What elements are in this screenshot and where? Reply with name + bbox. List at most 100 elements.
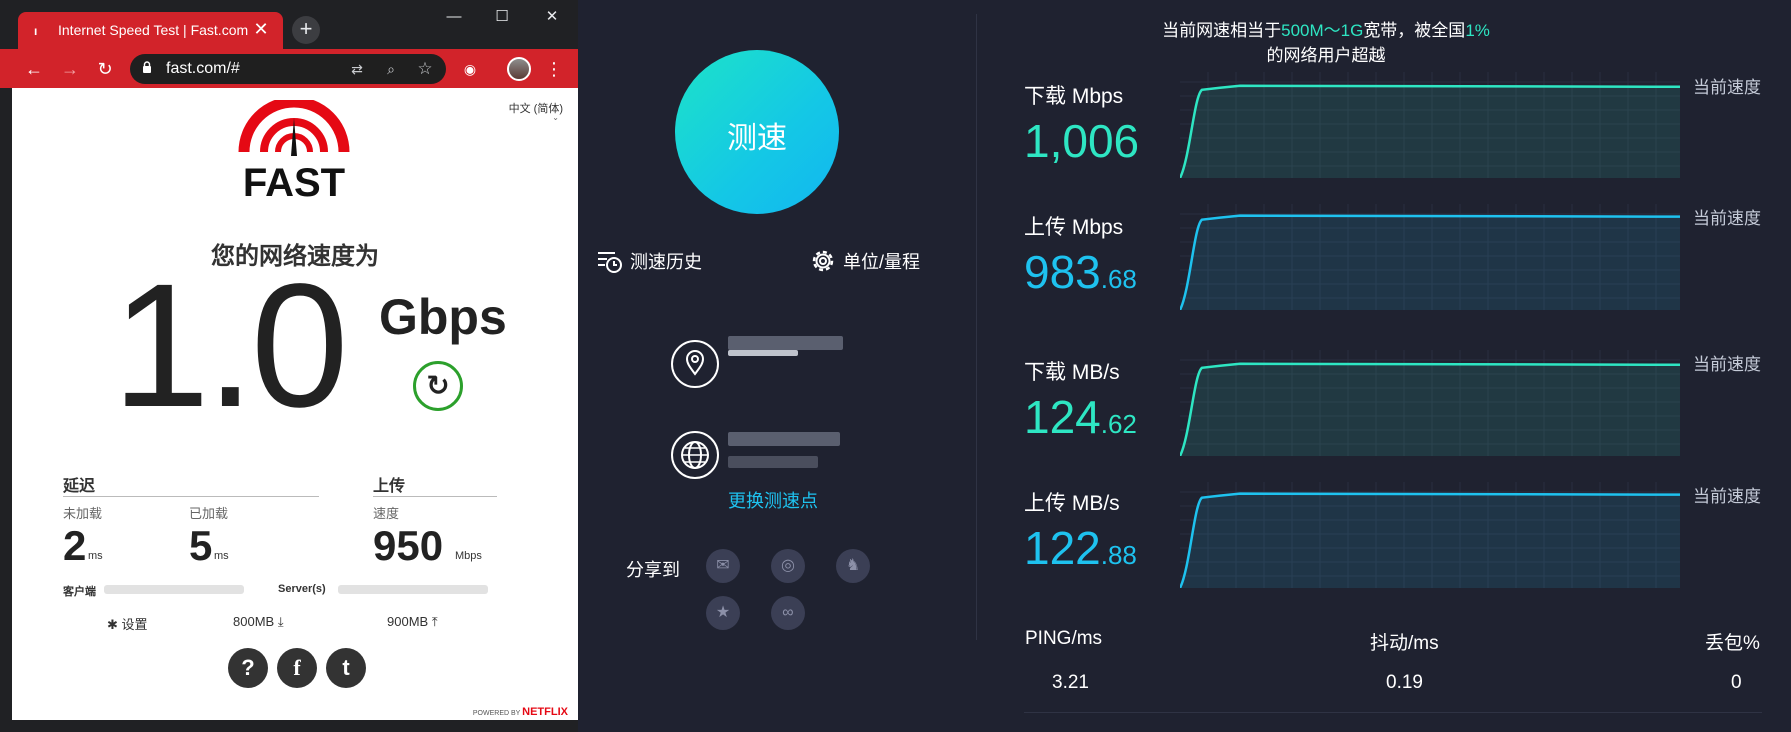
- forward-button[interactable]: →: [56, 55, 84, 83]
- upload-mbs-int: 122: [1024, 522, 1101, 574]
- translate-icon[interactable]: ⇄: [346, 58, 368, 80]
- tab-strip: ı Internet Speed Test | Fast.com ✕ + — ☐…: [0, 0, 578, 49]
- download-mbps-current-label: 当前速度: [1693, 78, 1761, 97]
- upload-mbs-current-label: 当前速度: [1693, 487, 1761, 506]
- download-mbps-chart: [1180, 72, 1680, 178]
- fast-page: 中文 (简体) ⌄ FAST 您的网络速度为 1.0 Gbps ↻ 延迟 未加载…: [12, 88, 578, 720]
- panel-divider: [976, 14, 977, 640]
- latency-divider: [63, 496, 319, 497]
- upload-mbps-label: 上传 Mbps: [1024, 216, 1124, 239]
- client-label: 客户端: [63, 586, 96, 598]
- upload-data-value: 900MB: [387, 614, 429, 629]
- powered-by-netflix[interactable]: POWERED BY NETFLIX: [473, 706, 568, 718]
- help-icon[interactable]: ?: [228, 648, 268, 688]
- powered-by-label: POWERED BY: [472, 710, 521, 717]
- bottom-divider: [1024, 712, 1762, 713]
- upload-data: 900MB ⤒: [387, 614, 438, 630]
- ping-value: 3.21: [1052, 672, 1089, 693]
- download-mbps-value: 1,006: [1024, 118, 1139, 171]
- wechat-icon[interactable]: ✉: [706, 549, 740, 583]
- qq-icon[interactable]: ♞: [836, 549, 870, 583]
- upload-value: 950: [373, 522, 444, 569]
- jitter-value: 0.19: [1386, 672, 1423, 693]
- download-mbs-value: 124.62: [1024, 394, 1137, 447]
- link-icon[interactable]: ∞: [771, 596, 805, 630]
- browser-toolbar: ← → ↻ fast.com/# ⇄ ⌕ ☆ ◉ ⋮: [0, 49, 578, 88]
- gear-icon[interactable]: [809, 247, 837, 275]
- favorite-icon[interactable]: ★: [706, 596, 740, 630]
- minimize-button[interactable]: —: [434, 4, 474, 30]
- server-info-masked: [728, 456, 818, 468]
- refresh-icon[interactable]: ↻: [413, 361, 463, 411]
- banner-prefix: 当前网速相当于: [1162, 21, 1282, 40]
- tab-fast[interactable]: ı Internet Speed Test | Fast.com ✕: [18, 12, 283, 49]
- start-test-button[interactable]: 测速: [675, 50, 839, 214]
- weibo-icon[interactable]: ◎: [771, 549, 805, 583]
- location-icon: [671, 340, 719, 388]
- ip-address-masked: [728, 336, 843, 350]
- upload-unit: Mbps: [455, 550, 482, 562]
- facebook-icon[interactable]: f: [277, 648, 317, 688]
- upload-mbps-current-label: 当前速度: [1693, 209, 1761, 228]
- loaded-label: 已加载: [189, 506, 229, 521]
- unloaded-label: 未加载: [63, 506, 103, 521]
- back-button[interactable]: ←: [20, 55, 48, 83]
- download-data: 800MB ⤓: [233, 614, 284, 630]
- client-info-masked: [104, 585, 244, 594]
- unloaded-value: 2: [63, 522, 87, 569]
- banner-percent: 1%: [1465, 21, 1490, 40]
- chart-area: [1180, 493, 1680, 588]
- address-bar[interactable]: fast.com/# ⇄ ⌕ ☆: [130, 54, 446, 84]
- banner-middle: 宽带，被全国: [1363, 21, 1466, 40]
- maximize-button[interactable]: ☐: [482, 4, 522, 30]
- netflix-favicon-icon: ı: [34, 24, 38, 38]
- url-text: fast.com/#: [166, 60, 240, 77]
- chart-area: [1180, 215, 1680, 310]
- star-icon[interactable]: ☆: [414, 58, 436, 80]
- new-tab-button[interactable]: +: [292, 16, 320, 44]
- svg-text:FAST: FAST: [243, 161, 345, 200]
- screenshot-root: ı Internet Speed Test | Fast.com ✕ + — ☐…: [0, 0, 1791, 732]
- upload-title: 上传: [373, 478, 406, 495]
- twitter-icon[interactable]: t: [326, 648, 366, 688]
- close-window-button[interactable]: ✕: [532, 4, 572, 30]
- chrome-window: ı Internet Speed Test | Fast.com ✕ + — ☐…: [0, 0, 578, 732]
- download-mbs-label: 下载 MB/s: [1024, 361, 1120, 384]
- ping-label: PING/ms: [1025, 628, 1103, 649]
- upload-speed-label: 速度: [373, 506, 400, 521]
- download-mbps-int: 1,006: [1024, 115, 1140, 167]
- download-arrow-icon: ⤓: [277, 614, 284, 629]
- tab-close-icon[interactable]: ✕: [251, 19, 271, 39]
- download-mbs-current-label: 当前速度: [1693, 355, 1761, 374]
- share-label: 分享到: [626, 560, 680, 580]
- reload-button[interactable]: ↻: [91, 55, 119, 83]
- settings-label: 设置: [121, 617, 148, 632]
- banner-tier: 500M～1G: [1281, 21, 1364, 40]
- speed-banner: 当前网速相当于500M～1G宽带，被全国1% 的网络用户超越: [1156, 16, 1496, 66]
- unloaded-unit: ms: [88, 550, 103, 562]
- switch-node-link[interactable]: 更换测速点: [728, 487, 818, 513]
- download-mbs-chart: [1180, 350, 1680, 456]
- netflix-logo: NETFLIX: [522, 706, 568, 718]
- upload-mbs-dec: .88: [1100, 540, 1137, 570]
- units-button[interactable]: 单位/量程: [843, 248, 920, 274]
- upload-mbps-int: 983: [1024, 246, 1101, 298]
- lock-icon: [143, 61, 151, 73]
- settings-link[interactable]: ✱ 设置: [107, 614, 148, 633]
- speed-value: 1.0: [112, 248, 349, 444]
- menu-icon[interactable]: ⋮: [540, 55, 568, 83]
- upload-mbs-label: 上传 MB/s: [1024, 492, 1120, 515]
- isp-info-masked: [728, 432, 840, 446]
- profile-avatar[interactable]: [507, 57, 531, 81]
- latency-title: 延迟: [63, 478, 96, 495]
- zoom-icon[interactable]: ⌕: [380, 58, 402, 80]
- chart-area: [1180, 85, 1680, 178]
- download-mbs-int: 124: [1024, 391, 1101, 443]
- gear-icon: ✱: [107, 617, 118, 632]
- download-data-value: 800MB: [233, 614, 275, 629]
- history-button[interactable]: 测速历史: [630, 248, 702, 274]
- packet-loss-label: 丢包%: [1705, 633, 1760, 654]
- history-icon[interactable]: [595, 247, 623, 275]
- loaded-value: 5: [189, 522, 213, 569]
- extension-icon[interactable]: ◉: [456, 55, 484, 83]
